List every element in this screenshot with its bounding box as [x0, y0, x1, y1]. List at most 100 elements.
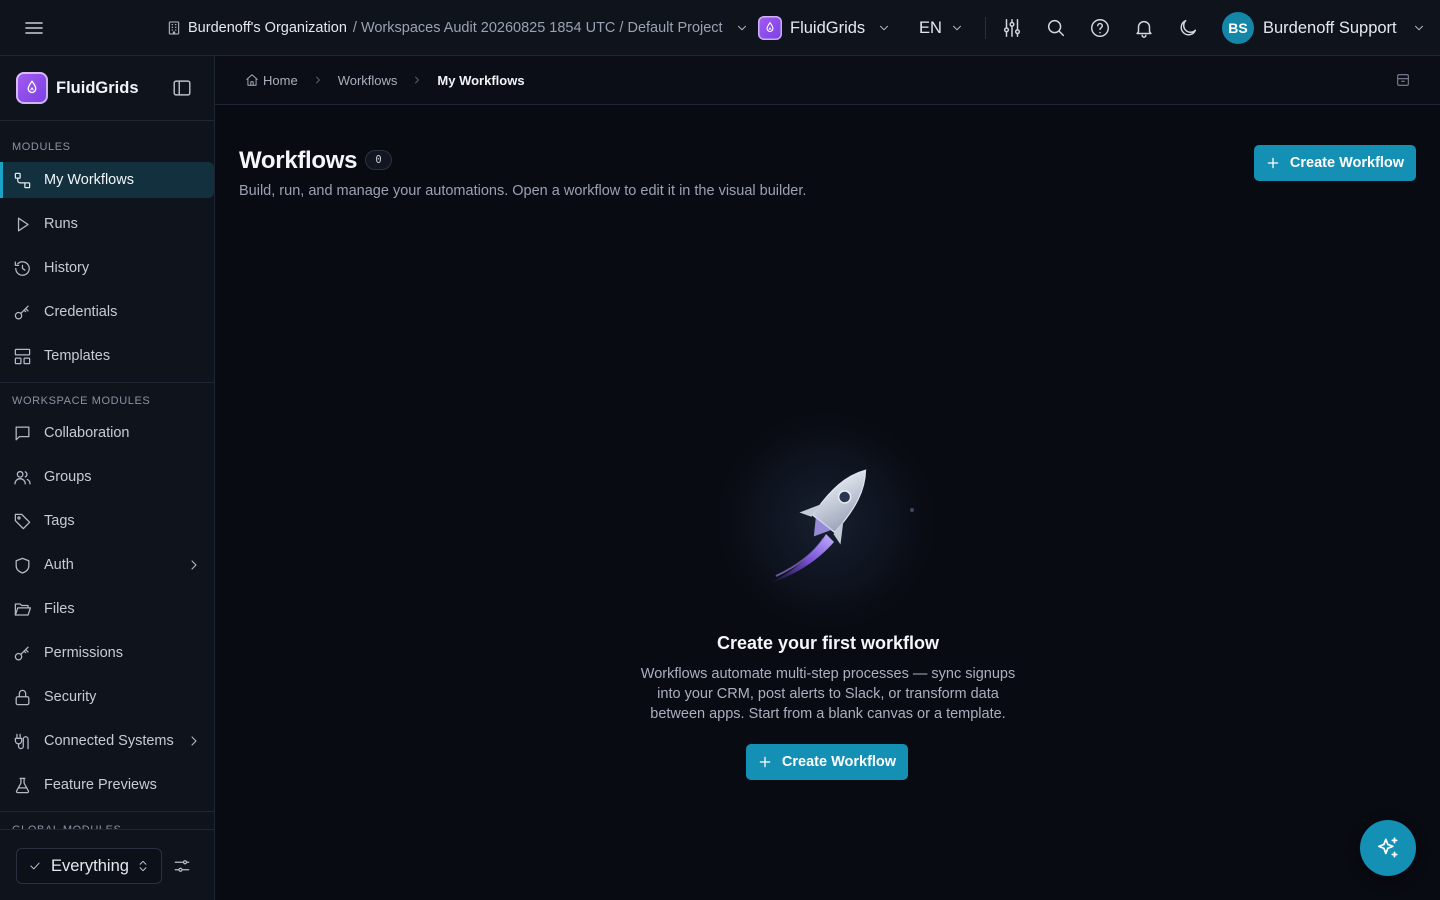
- flask-icon: [13, 776, 32, 795]
- sidebar-brand[interactable]: FluidGrids: [16, 72, 139, 104]
- breadcrumb: Home Workflows My Workflows: [245, 56, 525, 104]
- language-value: EN: [919, 18, 942, 37]
- sidebar-item-label: Templates: [44, 348, 111, 364]
- app-name: FluidGrids: [790, 18, 866, 37]
- language-select[interactable]: EN: [919, 14, 964, 42]
- chevron-right-icon: [186, 557, 202, 573]
- sidebar-item-label: Tags: [44, 513, 75, 529]
- chevron-right-icon: [312, 74, 324, 86]
- key-icon: [13, 644, 32, 663]
- section-label-workspace: WORKSPACE MODULES: [12, 395, 151, 407]
- sidebar-item-groups[interactable]: Groups: [0, 459, 214, 495]
- sidebar-item-label: Groups: [44, 469, 92, 485]
- page-subtitle: Build, run, and manage your automations.…: [239, 183, 807, 199]
- moon-icon[interactable]: [1177, 17, 1199, 39]
- users-icon: [13, 468, 32, 487]
- plus-icon: [1266, 156, 1280, 170]
- org-path: / Workspaces Audit 20260825 1854 UTC / D…: [352, 20, 723, 36]
- folder-open-icon: [13, 600, 32, 619]
- breadcrumb-home[interactable]: Home: [263, 73, 298, 88]
- sidebar-item-my-workflows[interactable]: My Workflows: [0, 162, 214, 198]
- ai-assistant-button[interactable]: [1360, 820, 1416, 876]
- top-bar: Burdenoff's Organization / Workspaces Au…: [0, 0, 1440, 56]
- chevron-down-icon: [950, 21, 964, 35]
- module-filter-select[interactable]: Everything: [16, 848, 162, 884]
- fluidgrids-logo-icon: [758, 16, 782, 40]
- sidebar-item-runs[interactable]: Runs: [0, 206, 214, 242]
- sidebar-item-security[interactable]: Security: [0, 679, 214, 715]
- sidebar-item-label: Credentials: [44, 304, 118, 320]
- chevron-down-icon: [877, 21, 891, 35]
- sidebar-item-history[interactable]: History: [0, 250, 214, 286]
- sidebar-toggle-icon[interactable]: [171, 77, 193, 99]
- chevron-down-icon: [1412, 21, 1426, 35]
- breadcrumb-bar: Home Workflows My Workflows: [215, 56, 1440, 105]
- plus-icon: [758, 755, 772, 769]
- search-icon[interactable]: [1045, 17, 1067, 39]
- sidebar-item-label: Permissions: [44, 645, 123, 661]
- sidebar-item-label: History: [44, 260, 90, 276]
- empty-state-create-workflow-button[interactable]: Create Workflow: [746, 744, 908, 780]
- breadcrumb-workflows[interactable]: Workflows: [338, 73, 398, 88]
- org-name: Burdenoff's Organization: [188, 20, 347, 36]
- rocket-illustration: [676, 398, 976, 628]
- filter-value: Everything: [51, 856, 129, 875]
- bell-icon[interactable]: [1133, 17, 1155, 39]
- workflow-count-badge: 0: [365, 150, 392, 170]
- templates-icon: [13, 347, 32, 366]
- avatar: BS: [1222, 12, 1254, 44]
- key-icon: [13, 303, 32, 322]
- empty-state-title: Create your first workflow: [716, 633, 940, 653]
- sidebar-footer: Everything: [0, 829, 214, 900]
- fluidgrids-logo-icon: [16, 72, 48, 104]
- sidebar-item-connected-systems[interactable]: Connected Systems: [0, 723, 214, 759]
- sidebar-item-permissions[interactable]: Permissions: [0, 635, 214, 671]
- building-icon: [166, 20, 182, 36]
- play-icon: [13, 215, 32, 234]
- sparkles-icon: [1377, 837, 1398, 858]
- sidebar-item-collaboration[interactable]: Collaboration: [0, 415, 214, 451]
- page-title: Workflows: [239, 147, 358, 174]
- sidebar-item-tags[interactable]: Tags: [0, 503, 214, 539]
- workflow-icon: [13, 171, 32, 190]
- sidebar-item-label: Files: [44, 601, 75, 617]
- create-workflow-label: Create Workflow: [1289, 155, 1405, 171]
- sidebar-item-label: Feature Previews: [44, 777, 157, 793]
- chevron-down-icon: [735, 21, 749, 35]
- user-menu[interactable]: BS Burdenoff Support: [1222, 12, 1426, 44]
- create-workflow-button[interactable]: Create Workflow: [1254, 145, 1416, 181]
- sidebar-item-feature-previews[interactable]: Feature Previews: [0, 767, 214, 803]
- lock-icon: [13, 688, 32, 707]
- divider: [0, 382, 214, 383]
- chevron-right-icon: [186, 733, 202, 749]
- adjustments-icon[interactable]: [173, 857, 191, 875]
- sidebar-item-label: My Workflows: [44, 172, 134, 188]
- sidebar-item-credentials[interactable]: Credentials: [0, 294, 214, 330]
- divider: [985, 17, 986, 39]
- sidebar-item-auth[interactable]: Auth: [0, 547, 214, 583]
- hamburger-menu-icon[interactable]: [22, 16, 46, 40]
- chevrons-up-down-icon: [136, 859, 150, 873]
- section-label-modules: MODULES: [12, 141, 71, 153]
- chevron-right-icon: [411, 74, 423, 86]
- app-switcher[interactable]: FluidGrids: [758, 14, 891, 42]
- org-project-switcher[interactable]: Burdenoff's Organization / Workspaces Au…: [166, 0, 749, 56]
- help-icon[interactable]: [1089, 17, 1111, 39]
- sliders-icon[interactable]: [1001, 17, 1023, 39]
- breadcrumb-current: My Workflows: [437, 72, 525, 88]
- brand-name: FluidGrids: [56, 78, 139, 97]
- divider: [0, 811, 214, 812]
- plug-icon: [13, 732, 32, 751]
- home-icon[interactable]: [245, 73, 259, 87]
- sidebar: FluidGrids MODULES My Workflows Runs His…: [0, 56, 215, 900]
- archive-icon[interactable]: [1395, 72, 1411, 88]
- sidebar-item-label: Collaboration: [44, 425, 130, 441]
- sidebar-item-templates[interactable]: Templates: [0, 338, 214, 374]
- history-icon: [13, 259, 32, 278]
- sidebar-item-files[interactable]: Files: [0, 591, 214, 627]
- sidebar-item-label: Auth: [44, 557, 74, 573]
- user-name: Burdenoff Support: [1263, 18, 1397, 37]
- sidebar-item-label: Security: [44, 689, 97, 705]
- shield-icon: [13, 556, 32, 575]
- sidebar-item-label: Connected Systems: [44, 733, 174, 749]
